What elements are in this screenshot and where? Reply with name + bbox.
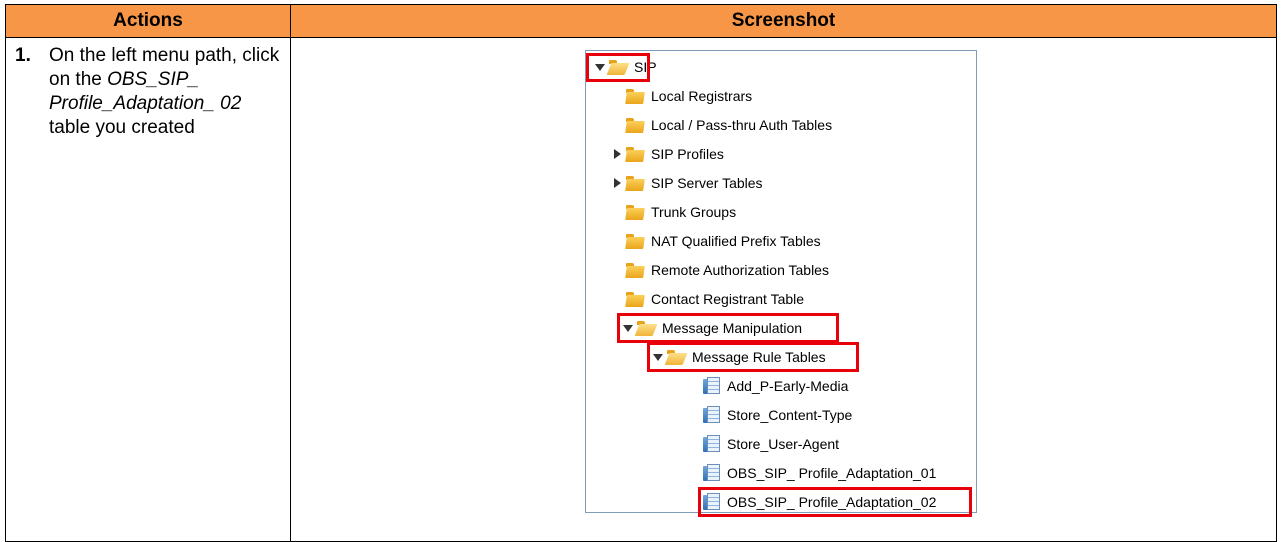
tree-node-nat-prefix[interactable]: NAT Qualified Prefix Tables: [626, 229, 821, 253]
tree-label: Store_Content-Type: [727, 407, 853, 423]
tree-node-sip-profiles[interactable]: SIP Profiles: [611, 142, 724, 166]
tree-label: SIP Profiles: [651, 146, 724, 162]
tree-label: SIP Server Tables: [651, 175, 763, 191]
tree-node-local-passthru[interactable]: Local / Pass-thru Auth Tables: [626, 113, 832, 137]
tree-node-local-registrars[interactable]: Local Registrars: [626, 84, 752, 108]
tree-label: Local Registrars: [651, 88, 753, 104]
tree-label: Remote Authorization Tables: [651, 262, 829, 278]
highlight-box-message-rule-tables: [647, 342, 859, 372]
actions-cell: 1. On the left menu path, click on the O…: [5, 37, 291, 542]
table-icon: [703, 377, 721, 395]
header-row: Actions Screenshot: [5, 4, 1277, 38]
step-text: On the left menu path, click on the OBS_…: [49, 44, 282, 140]
tree-label: NAT Qualified Prefix Tables: [651, 233, 821, 249]
table-icon: [703, 406, 721, 424]
tree-node-rule-table[interactable]: Add_P-Early-Media: [703, 374, 848, 398]
tree-node-rule-table[interactable]: Store_User-Agent: [703, 432, 839, 456]
folder-icon: [626, 88, 644, 104]
highlight-box-target-table: [698, 487, 972, 517]
tree-label: Store_User-Agent: [727, 436, 840, 452]
tree-node-contact-registrant[interactable]: Contact Registrant Table: [626, 287, 804, 311]
table-icon: [703, 435, 721, 453]
tree-node-rule-table[interactable]: OBS_SIP_ Profile_Adaptation_01: [703, 461, 936, 485]
step-row: 1. On the left menu path, click on the O…: [5, 37, 1277, 542]
folder-icon: [626, 204, 644, 220]
step-number: 1.: [15, 45, 31, 66]
tree-label: Trunk Groups: [651, 204, 737, 220]
step-1: 1. On the left menu path, click on the O…: [6, 38, 290, 140]
instruction-table: Actions Screenshot 1. On the left menu p…: [5, 4, 1277, 542]
header-actions: Actions: [5, 4, 291, 38]
table-icon: [703, 464, 721, 482]
tree-label: OBS_SIP_ Profile_Adaptation_01: [727, 465, 937, 481]
collapsed-arrow-icon[interactable]: [611, 177, 623, 189]
tree-label: Contact Registrant Table: [651, 291, 805, 307]
tree-node-sip-server-tables[interactable]: SIP Server Tables: [611, 171, 763, 195]
sip-tree-panel: SIP Local Registrars Local / Pass-thru A…: [585, 50, 977, 517]
highlight-box-message-manipulation: [617, 313, 839, 343]
step-text-after: table you created: [49, 117, 195, 138]
screenshot-cell: SIP Local Registrars Local / Pass-thru A…: [290, 37, 1277, 542]
tree-node-trunk-groups[interactable]: Trunk Groups: [626, 200, 736, 224]
highlight-box-sip: [586, 53, 650, 82]
folder-icon: [626, 262, 644, 278]
collapsed-arrow-icon[interactable]: [611, 148, 623, 160]
header-screenshot: Screenshot: [290, 4, 1277, 38]
tree-node-remote-auth[interactable]: Remote Authorization Tables: [626, 258, 829, 282]
folder-icon: [626, 117, 644, 133]
folder-icon: [626, 233, 644, 249]
folder-icon: [626, 146, 644, 162]
folder-icon: [626, 291, 644, 307]
tree-label: Add_P-Early-Media: [727, 378, 849, 394]
folder-icon: [626, 175, 644, 191]
tree-label: Local / Pass-thru Auth Tables: [651, 117, 833, 133]
tree-node-rule-table[interactable]: Store_Content-Type: [703, 403, 852, 427]
